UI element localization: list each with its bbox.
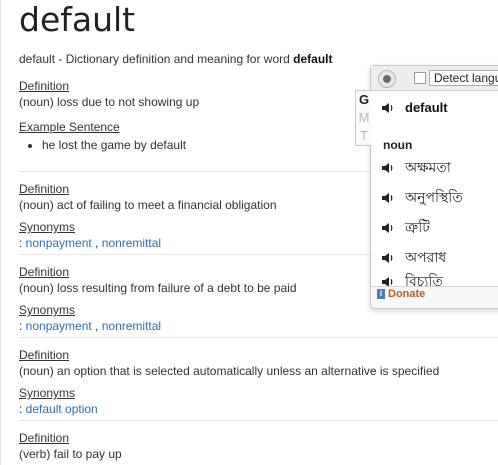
synonym-link[interactable]: default option — [26, 402, 98, 416]
translation-item: অনুপস্থিতি — [371, 186, 463, 210]
translation-item: ত্রুটি — [371, 216, 430, 240]
translation-text: অনুপস্থিতি — [405, 190, 463, 206]
speaker-icon[interactable] — [381, 101, 395, 115]
synonym-link[interactable]: nonpayment — [26, 319, 92, 333]
popup-footer-divider — [371, 286, 498, 287]
popup-word-row: default — [371, 100, 448, 115]
speaker-icon[interactable] — [381, 161, 395, 175]
synonyms-row: Synonyms : default option — [19, 385, 498, 417]
translation-item: বিচ্যুতি — [371, 270, 443, 287]
translation-text: বিচ্যুতি — [405, 274, 443, 287]
popup-word: default — [405, 100, 448, 115]
donate-label: Donate — [388, 288, 426, 300]
dictionary-tabs: G M T — [355, 90, 372, 146]
translation-popup: Detect langu G M T default noun অক্ষমতা … — [355, 65, 498, 309]
definition-label: Definition — [19, 431, 70, 445]
info-icon: i — [377, 289, 385, 299]
left-border — [0, 0, 1, 465]
tab-google[interactable]: G — [356, 91, 372, 109]
subtitle-prefix: default - Dictionary definition and mean… — [19, 52, 294, 66]
definition-label: Definition — [19, 348, 70, 362]
extension-logo-icon[interactable] — [378, 70, 396, 88]
speaker-icon[interactable] — [381, 251, 395, 265]
translation-text: ত্রুটি — [405, 220, 430, 236]
definition-text: (noun) an option that is selected automa… — [19, 364, 440, 378]
detect-language-checkbox[interactable] — [414, 72, 426, 84]
divider — [19, 337, 498, 338]
synonym-link[interactable]: nonremittal — [102, 319, 161, 333]
divider — [19, 420, 498, 421]
popup-body: default noun অক্ষমতা অনুপস্থিতি ত্রুটি অ… — [371, 92, 498, 287]
tab-translator[interactable]: T — [356, 127, 372, 145]
page-subtitle: default - Dictionary definition and mean… — [19, 52, 333, 66]
speaker-icon[interactable] — [381, 221, 395, 235]
translation-text: অপরাধ — [405, 250, 447, 266]
definition-entry-5: Definition (verb) fail to pay up — [19, 430, 498, 462]
page-title: default — [19, 0, 136, 39]
part-of-speech: noun — [383, 138, 413, 152]
donate-link[interactable]: i Donate — [377, 288, 425, 300]
popup-toolbar: Detect langu — [371, 66, 498, 91]
definition-text: (verb) fail to pay up — [19, 447, 122, 461]
speaker-icon[interactable] — [381, 191, 395, 205]
translation-item: অক্ষমতা — [371, 156, 451, 180]
subtitle-word: default — [293, 52, 333, 66]
synonym-link[interactable]: nonremittal — [102, 236, 161, 250]
translation-item: অপরাধ — [371, 246, 446, 270]
definition-entry-4: Definition (noun) an option that is sele… — [19, 347, 498, 417]
tab-microsoft[interactable]: M — [356, 109, 372, 127]
detect-language-select[interactable]: Detect langu — [429, 70, 498, 86]
synonym-link[interactable]: nonpayment — [26, 236, 92, 250]
synonyms-label: Synonyms — [19, 386, 76, 400]
translation-text: অক্ষমতা — [405, 160, 451, 176]
